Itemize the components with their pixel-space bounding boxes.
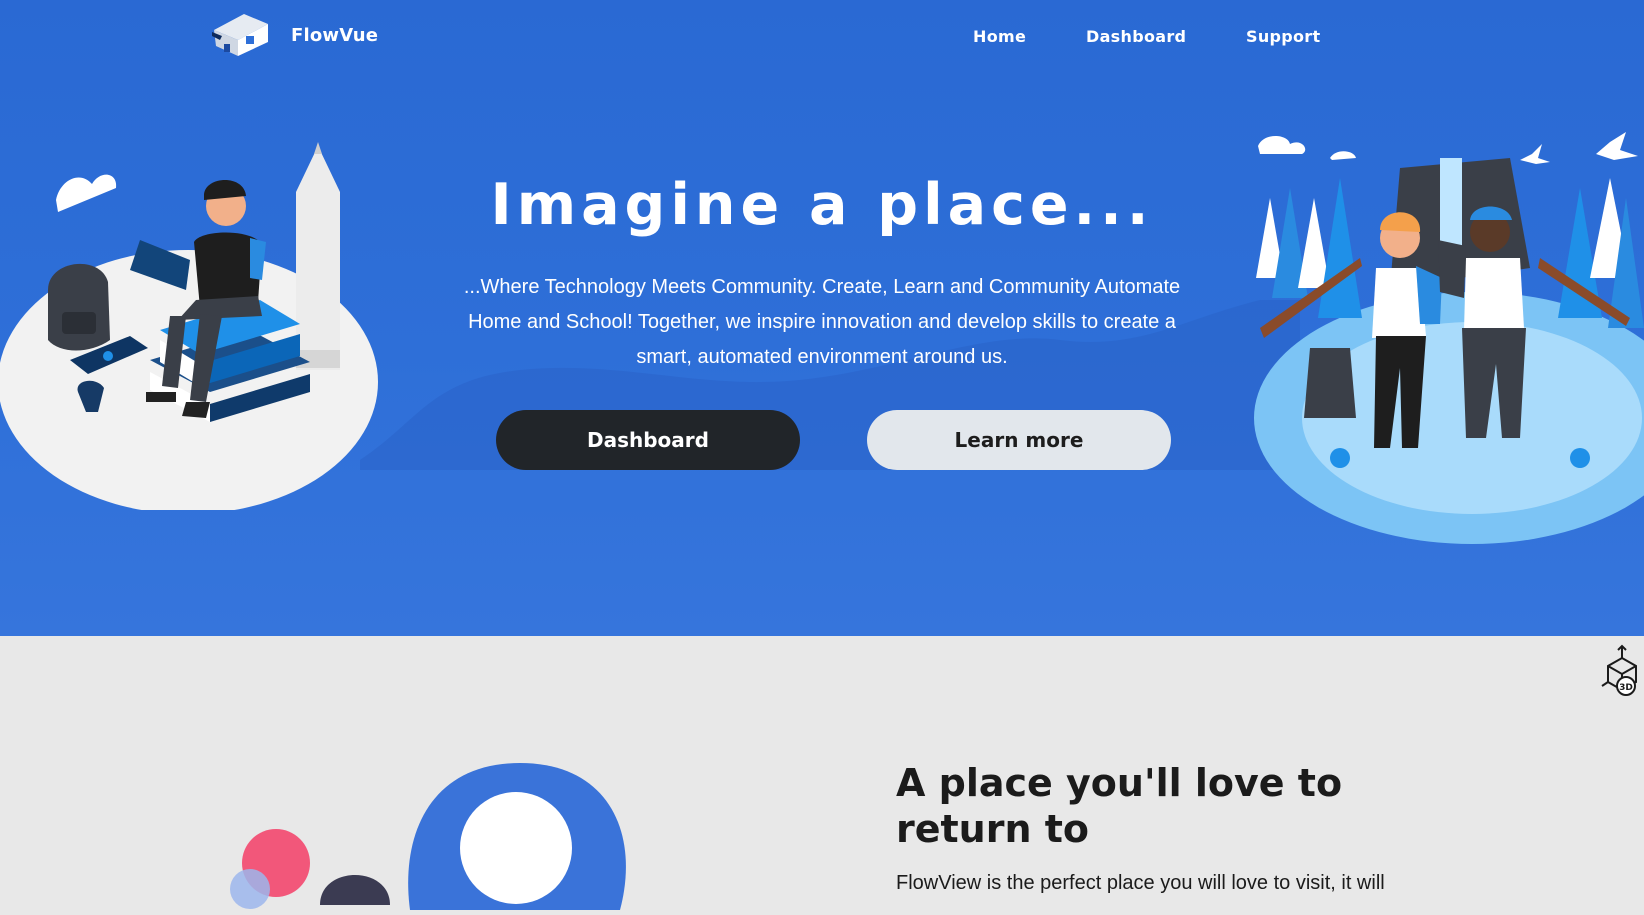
hero-description: ...Where Technology Meets Community. Cre… (463, 276, 1181, 368)
hero-section: FlowVue Home Dashboard Support Imagine a… (0, 0, 1644, 636)
location-pin-illustration (230, 763, 626, 910)
learn-more-button[interactable]: Learn more (867, 410, 1171, 470)
nav-link-dashboard[interactable]: Dashboard (1086, 27, 1186, 46)
svg-text:3D: 3D (1619, 683, 1633, 693)
brand-name[interactable]: FlowVue (291, 25, 378, 46)
section-title: A place you'll love to return to (896, 761, 1343, 851)
nav-link-support[interactable]: Support (1246, 27, 1320, 46)
dashboard-button[interactable]: Dashboard (496, 410, 800, 470)
hero-title: Imagine a place... (490, 172, 1154, 238)
section-text: FlowView is the perfect place you will l… (896, 872, 1385, 894)
school-house-logo[interactable] (208, 10, 274, 58)
3d-cube-icon[interactable]: 3D (1600, 644, 1644, 698)
nav-link-home[interactable]: Home (973, 27, 1026, 46)
